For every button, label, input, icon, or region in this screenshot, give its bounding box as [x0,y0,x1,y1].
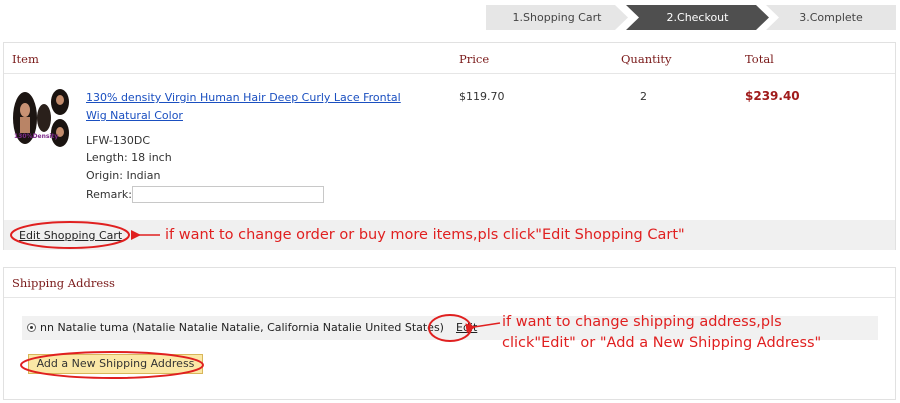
edit-address-link[interactable]: Edit [456,321,477,334]
total-header: Total [745,52,774,66]
line-total: $239.40 [745,89,800,103]
product-length: Length: 18 inch [86,151,172,164]
address-annotation-line2: click"Edit" or "Add a New Shipping Addre… [502,335,822,351]
shipping-header: Shipping Address [12,276,115,290]
address-annotation-line1: if want to change shipping address,pls [502,314,782,330]
product-sku: LFW-130DC [86,134,151,147]
price-header: Price [459,52,490,66]
product-origin: Origin: Indian [86,169,161,182]
shipping-divider [4,297,895,298]
product-title-link[interactable]: 130% density Virgin Human Hair Deep Curl… [86,89,406,125]
remark-input[interactable] [132,186,324,203]
quantity-value: 2 [640,90,647,103]
cart-annotation-text: if want to change order or buy more item… [165,227,685,243]
cart-panel: Item Price Quantity Total 130%Density 13… [3,42,896,250]
address-radio[interactable] [27,323,36,332]
add-shipping-address-button[interactable]: Add a New Shipping Address [28,354,203,374]
address-text: nn Natalie tuma (Natalie Natalie Natalie… [40,321,444,334]
checkout-steps: 1.Shopping Cart 2.Checkout 3.Complete [486,5,896,30]
edit-shopping-cart-link[interactable]: Edit Shopping Cart [19,229,122,242]
remark-label: Remark: [86,188,132,201]
header-divider [4,73,895,74]
thumb-badge: 130%Density [14,133,59,140]
product-thumbnail[interactable]: 130%Density [12,88,76,153]
wig-image-icon [12,88,76,153]
item-header: Item [12,52,39,66]
step-checkout: 2.Checkout [626,5,769,30]
step-shopping-cart[interactable]: 1.Shopping Cart [486,5,628,30]
quantity-header: Quantity [621,52,672,66]
unit-price: $119.70 [459,90,505,103]
step-complete: 3.Complete [766,5,896,30]
